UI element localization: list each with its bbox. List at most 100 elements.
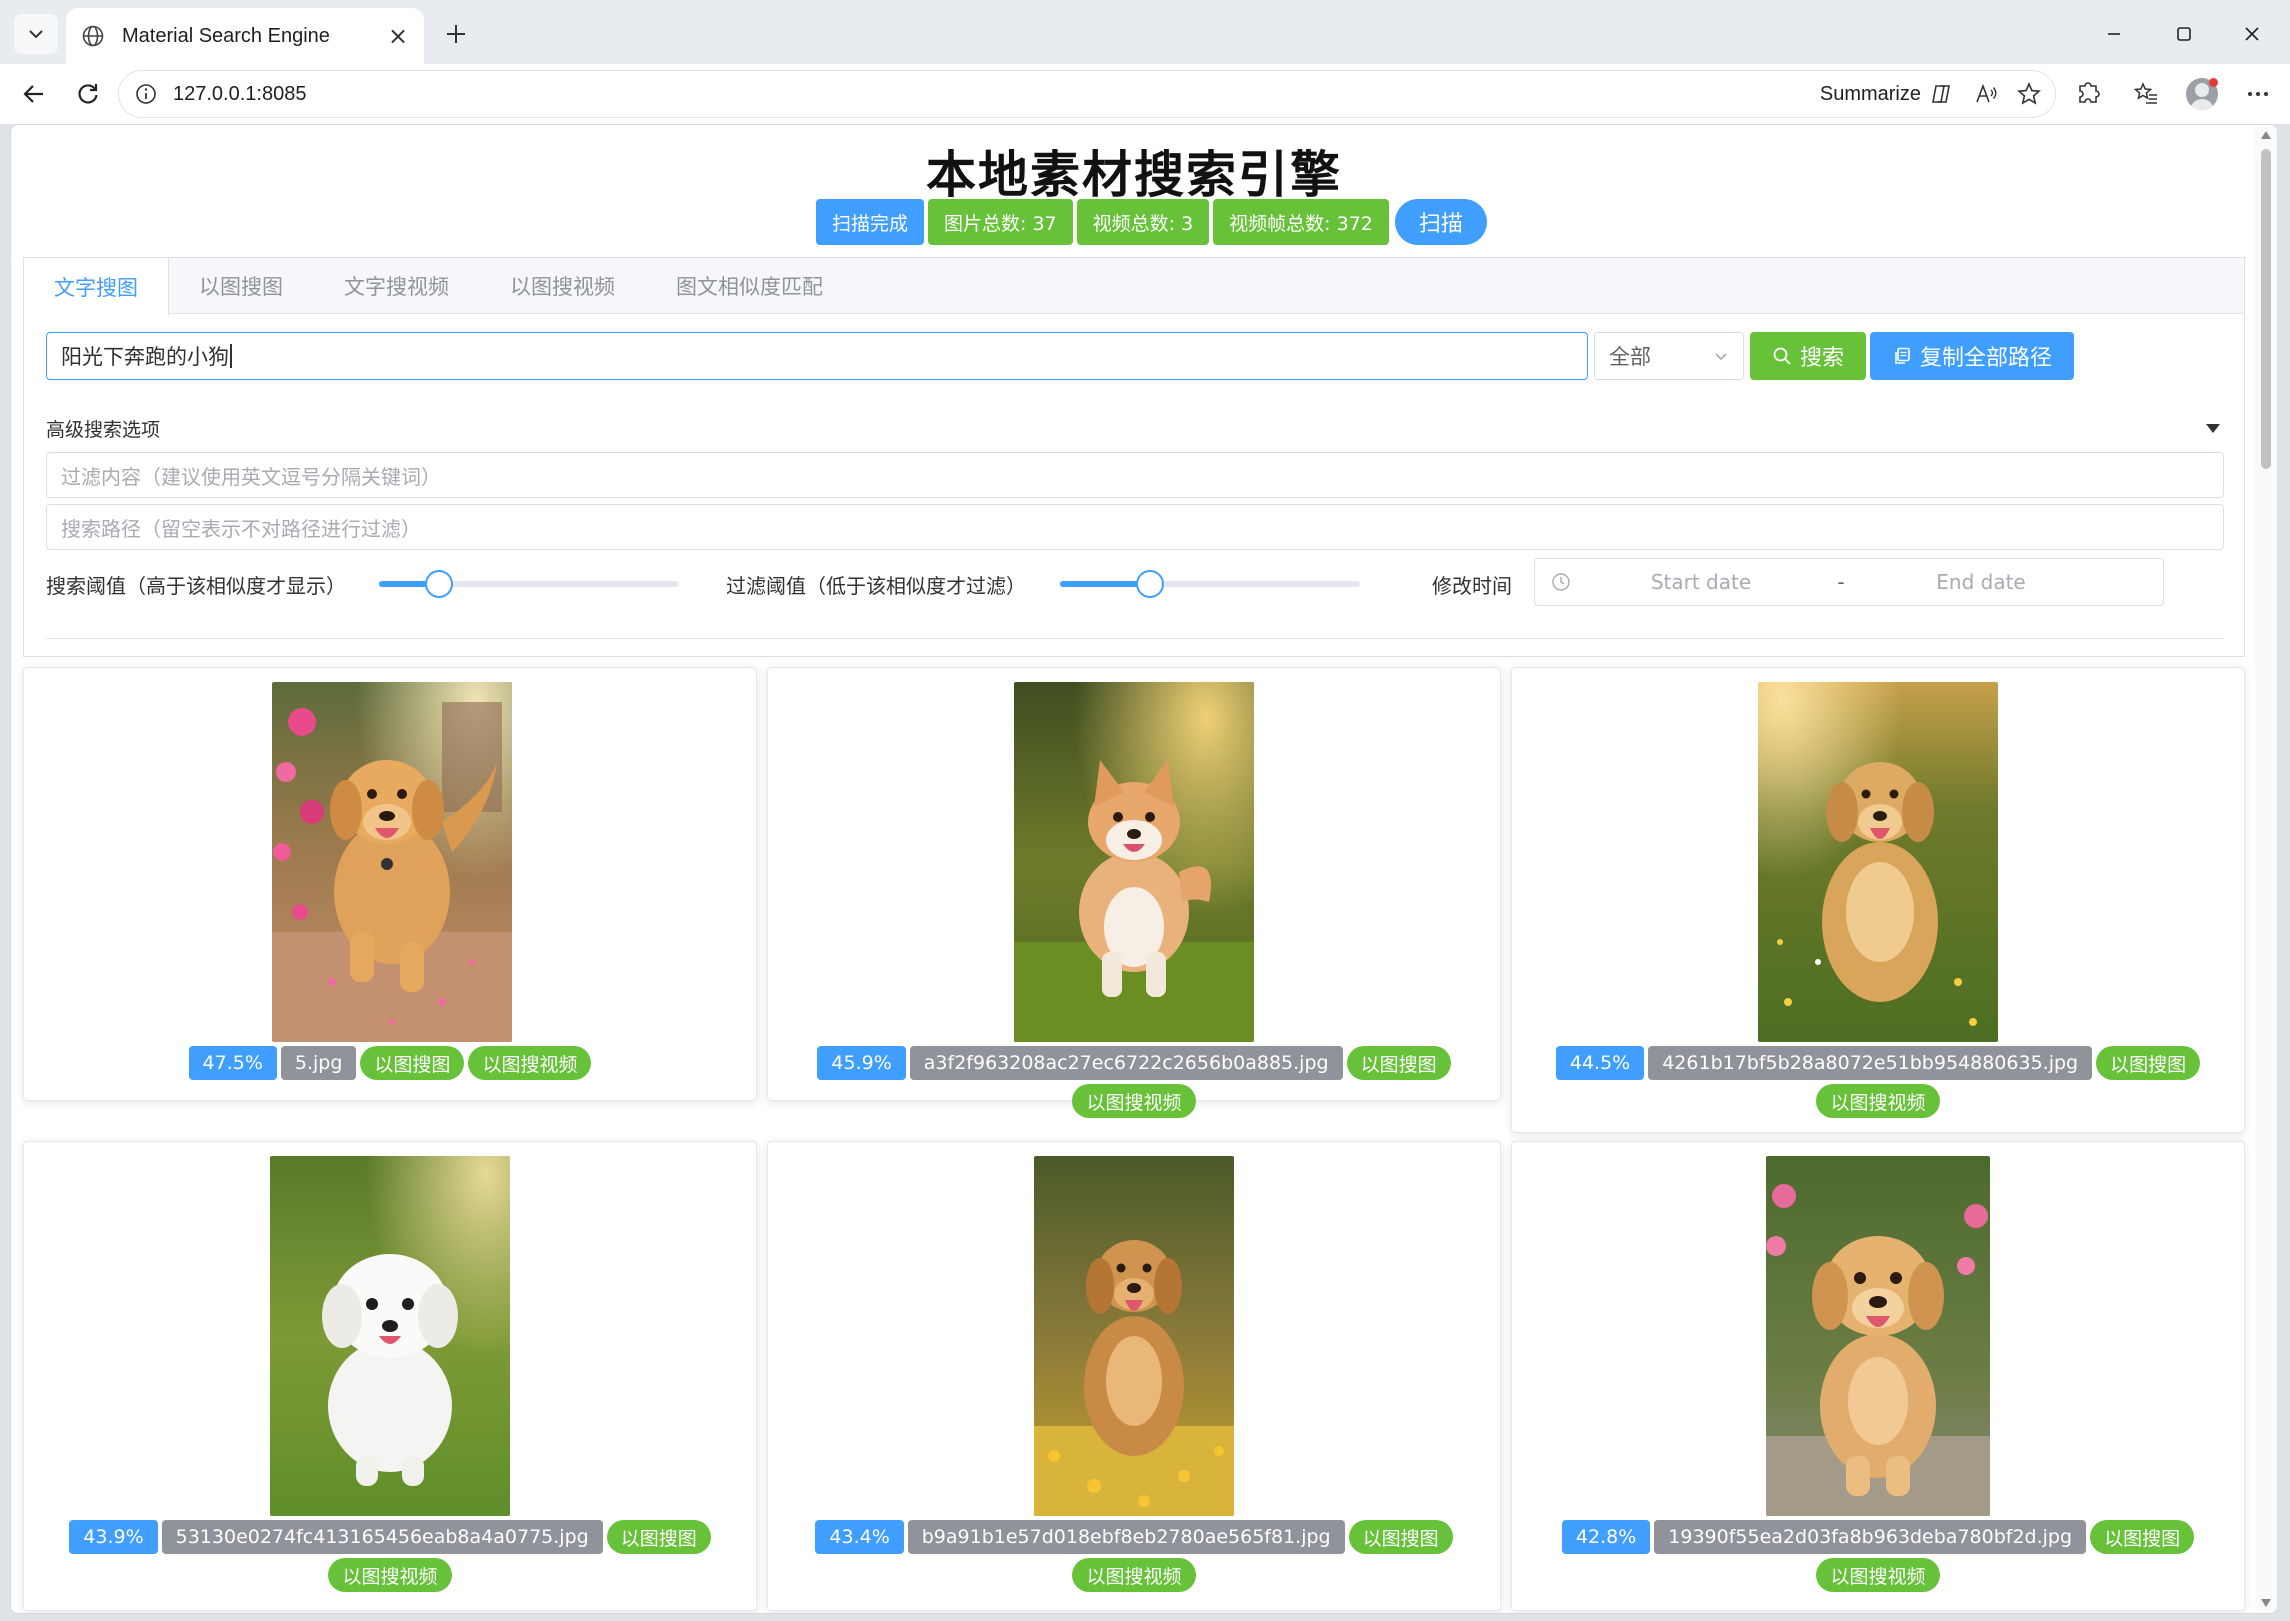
filename-badge[interactable]: 53130e0274fc413165456eab8a4a0775.jpg [161,1520,603,1554]
slider-handle[interactable] [425,570,453,598]
similarity-badge: 42.8% [1561,1520,1651,1554]
reload-icon [78,84,98,104]
tab-text-search-video[interactable]: 文字搜视频 [314,258,480,314]
result-card: 43.9% 53130e0274fc413165456eab8a4a0775.j… [23,1141,757,1611]
search-input[interactable]: 阳光下奔跑的小狗 [46,332,1588,380]
address-url[interactable]: 127.0.0.1:8085 [173,83,306,106]
search-row: 阳光下奔跑的小狗 全部 搜索 复制全部路径 [46,332,2075,380]
search-path-placeholder: 搜索路径（留空表示不对路径进行过滤） [61,516,421,541]
scope-select[interactable]: 全部 [1594,332,1744,380]
minimize-button[interactable] [2092,12,2136,56]
more-menu-icon[interactable] [2240,76,2276,112]
chevron-down-icon [1715,353,1727,361]
search-by-image-button[interactable]: 以图搜图 [360,1046,465,1080]
search-by-image-button[interactable]: 以图搜图 [1348,1520,1453,1554]
result-card: 43.4% b9a91b1e57d018ebf8eb2780ae565f81.j… [767,1141,1501,1611]
browser-tab[interactable]: Material Search Engine × [66,8,424,64]
end-date-input[interactable]: End date [1871,570,2091,594]
browser-tab-bar: Material Search Engine × [0,0,2290,64]
vertical-scrollbar[interactable] [2255,125,2277,1613]
result-card: 42.8% 19390f55ea2d03fa8b963deba780bf2d.j… [1511,1141,2245,1611]
favorites-icon[interactable] [2128,76,2164,112]
reload-button[interactable] [68,74,108,114]
start-date-input[interactable]: Start date [1591,570,1811,594]
address-bar[interactable]: 127.0.0.1:8085 Summarize [118,70,2056,118]
summarize-button[interactable]: Summarize [1820,71,1955,117]
favorite-star-icon[interactable] [2013,78,2045,110]
close-tab-icon[interactable]: × [382,20,414,52]
maximize-button[interactable] [2162,12,2206,56]
filename-badge[interactable]: 4261b17bf5b28a8072e51bb954880635.jpg [1648,1046,2093,1080]
search-by-image-button[interactable]: 以图搜图 [606,1520,711,1554]
result-tags: 42.8% 19390f55ea2d03fa8b963deba780bf2d.j… [1522,1520,2234,1594]
stats-bar: 扫描完成 图片总数: 37 视频总数: 3 视频帧总数: 372 扫描 [816,199,1487,245]
search-by-image-button[interactable]: 以图搜图 [2096,1046,2201,1080]
arrow-left-icon [23,85,43,103]
search-button-label: 搜索 [1800,346,1845,371]
copy-all-paths-button[interactable]: 复制全部路径 [1870,332,2075,380]
caret-down-icon [2206,423,2220,433]
search-video-by-image-button[interactable]: 以图搜视频 [1072,1084,1196,1118]
date-range-picker[interactable]: Start date - End date [1534,558,2164,606]
result-tags: 44.5% 4261b17bf5b28a8072e51bb954880635.j… [1522,1046,2234,1120]
result-tags: 45.9% a3f2f963208ac27ec6722c2656b0a885.j… [778,1046,1490,1120]
copy-button-label: 复制全部路径 [1920,346,2053,371]
status-badge: 扫描完成 [816,199,925,245]
filename-badge[interactable]: 5.jpg [280,1046,357,1080]
search-by-image-button[interactable]: 以图搜图 [1346,1046,1451,1080]
back-button[interactable] [14,74,54,114]
read-aloud-icon[interactable] [1971,78,2003,110]
search-video-by-image-button[interactable]: 以图搜视频 [328,1558,452,1592]
filename-badge[interactable]: a3f2f963208ac27ec6722c2656b0a885.jpg [909,1046,1343,1080]
search-by-image-button[interactable]: 以图搜图 [2090,1520,2195,1554]
plus-icon [447,25,465,43]
video-total-badge: 视频总数: 3 [1076,199,1210,245]
result-image[interactable] [272,682,512,1042]
search-threshold-slider[interactable] [379,570,679,598]
similarity-badge: 47.5% [188,1046,277,1080]
notification-dot [2209,78,2218,87]
info-icon[interactable] [133,81,159,107]
extensions-icon[interactable] [2070,76,2106,112]
result-image[interactable] [1014,682,1254,1042]
result-card: 44.5% 4261b17bf5b28a8072e51bb954880635.j… [1511,667,2245,1133]
advanced-options-toggle[interactable]: 高级搜索选项 [46,408,2224,448]
close-window-button[interactable] [2230,12,2274,56]
scroll-down-arrow[interactable] [2261,1599,2271,1607]
copilot-icon [1927,80,1955,108]
result-image[interactable] [1034,1156,1234,1516]
scrollbar-thumb[interactable] [2261,149,2271,469]
search-video-by-image-button[interactable]: 以图搜视频 [1816,1084,1940,1118]
new-tab-button[interactable] [436,14,476,54]
search-video-by-image-button[interactable]: 以图搜视频 [1816,1558,1940,1592]
profile-button[interactable] [2184,76,2220,112]
result-card: 47.5% 5.jpg 以图搜图 以图搜视频 [23,667,757,1101]
text-cursor [230,344,232,368]
search-path-input[interactable]: 搜索路径（留空表示不对路径进行过滤） [46,504,2224,550]
result-image[interactable] [1766,1156,1990,1516]
scan-button[interactable]: 扫描 [1394,199,1487,245]
result-image[interactable] [270,1156,510,1516]
search-query-text: 阳光下奔跑的小狗 [61,345,229,369]
search-button[interactable]: 搜索 [1750,332,1867,380]
result-image[interactable] [1758,682,1998,1042]
filename-badge[interactable]: b9a91b1e57d018ebf8eb2780ae565f81.jpg [907,1520,1345,1554]
filter-threshold-label: 过滤阈值（低于该相似度才过滤） [726,573,1026,598]
tab-text-image-similarity[interactable]: 图文相似度匹配 [646,258,854,314]
slider-handle[interactable] [1136,570,1164,598]
scroll-up-arrow[interactable] [2261,131,2271,139]
scope-select-value: 全部 [1609,345,1651,369]
filter-content-placeholder: 过滤内容（建议使用英文逗号分隔关键词） [61,464,441,489]
filter-threshold-slider[interactable] [1060,570,1360,598]
search-video-by-image-button[interactable]: 以图搜视频 [1072,1558,1196,1592]
tab-text-search-image[interactable]: 文字搜图 [24,258,169,315]
copy-icon [1892,346,1912,366]
similarity-badge: 45.9% [817,1046,906,1080]
search-video-by-image-button[interactable]: 以图搜视频 [468,1046,592,1080]
tab-list-button[interactable] [14,14,58,54]
filename-badge[interactable]: 19390f55ea2d03fa8b963deba780bf2d.jpg [1654,1520,2087,1554]
minimize-icon [2108,33,2120,35]
filter-content-input[interactable]: 过滤内容（建议使用英文逗号分隔关键词） [46,452,2224,498]
tab-image-search-video[interactable]: 以图搜视频 [480,258,646,314]
tab-image-search-image[interactable]: 以图搜图 [169,258,314,314]
